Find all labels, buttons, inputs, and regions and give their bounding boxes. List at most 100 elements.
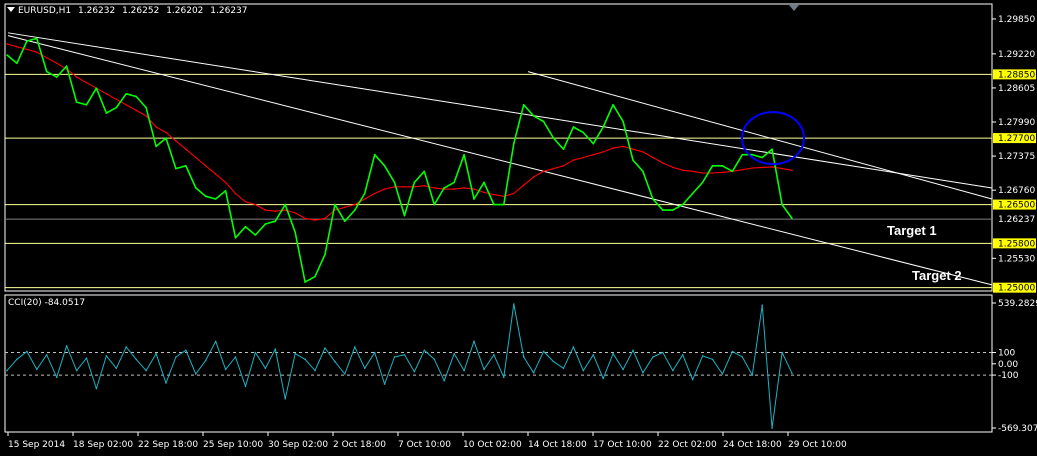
cci-series-point bbox=[522, 356, 525, 358]
cci-series-point bbox=[344, 373, 346, 375]
cci-series-point bbox=[334, 360, 336, 363]
level-lines: 1.28850 1.27700 1.26500 1.25800 1.25000 1.262… bbox=[5, 69, 1036, 294]
ma-series-point bbox=[672, 166, 674, 169]
price-series-point bbox=[65, 65, 68, 67]
ma-series-point bbox=[324, 217, 326, 220]
cci-series-point bbox=[612, 352, 614, 355]
cci-series-point bbox=[274, 348, 277, 350]
ma-series-point bbox=[284, 209, 287, 211]
cci-series-point bbox=[264, 367, 267, 370]
ma-series-point bbox=[383, 188, 386, 190]
cci-series-point bbox=[552, 360, 555, 363]
ma-series-point bbox=[632, 148, 634, 150]
cci-series-point bbox=[234, 356, 237, 358]
price-series-point bbox=[602, 126, 604, 128]
target-1-label: Target 1 bbox=[887, 223, 937, 238]
ma-series-point bbox=[185, 148, 187, 150]
cci-series-point bbox=[483, 368, 485, 371]
cci-series-point bbox=[681, 354, 684, 356]
ma-series-point bbox=[572, 159, 575, 161]
cci-series-point bbox=[125, 346, 127, 348]
chart-shift-marker[interactable] bbox=[789, 5, 799, 11]
ma-series-point bbox=[612, 147, 614, 149]
target-2-label: Target 2 bbox=[912, 268, 962, 283]
price-series-point bbox=[145, 106, 147, 109]
ma-series-point bbox=[701, 172, 704, 174]
price-series-point bbox=[363, 192, 366, 195]
trendline bbox=[7, 32, 993, 189]
ma-series-point bbox=[244, 201, 247, 203]
level-label: 1.25800 bbox=[998, 239, 1035, 249]
price-series-point bbox=[185, 165, 187, 167]
price-series-point bbox=[642, 170, 644, 173]
ma-series-point bbox=[204, 165, 207, 167]
time-tick-label: 25 Sep 10:00 bbox=[203, 440, 263, 450]
cci-series-point bbox=[75, 369, 78, 372]
price-series-point bbox=[175, 167, 177, 170]
price-series-point bbox=[135, 95, 137, 98]
time-tick-label: 30 Sep 02:00 bbox=[268, 440, 328, 450]
price-tick-label: 1.29220 bbox=[998, 50, 1035, 60]
current-price-label: 1.26237 bbox=[998, 215, 1035, 225]
cci-series-point bbox=[195, 373, 197, 375]
cci-series-point bbox=[115, 367, 118, 370]
cci-series-point bbox=[513, 303, 515, 305]
cci-series-point bbox=[254, 351, 257, 354]
price-series-point bbox=[622, 120, 624, 123]
price-series-point bbox=[493, 203, 495, 206]
ma-series-point bbox=[264, 209, 267, 211]
cci-series-point bbox=[423, 349, 426, 352]
price-series-point bbox=[532, 115, 535, 117]
cci-series-point bbox=[642, 372, 644, 374]
cci-series-point bbox=[383, 383, 386, 385]
ma-series-point bbox=[254, 203, 257, 206]
price-series-point bbox=[254, 234, 257, 236]
price-series-point bbox=[751, 153, 754, 156]
time-tick-label: 15 Sep 2014 bbox=[8, 440, 65, 450]
price-series-point bbox=[234, 237, 237, 239]
price-series-point bbox=[582, 131, 585, 134]
cci-plot-border bbox=[4, 294, 993, 433]
cci-series bbox=[6, 303, 793, 429]
price-tick-label: 1.25530 bbox=[998, 254, 1035, 264]
price-series-point bbox=[632, 159, 634, 161]
cci-series-point bbox=[294, 352, 297, 355]
ma-series-point bbox=[125, 104, 127, 106]
chart: 1.29850 1.29220 1.28605 1.27990 1.27375 1.267… bbox=[4, 3, 1037, 450]
price-series-point bbox=[662, 209, 664, 211]
ma-series-point bbox=[55, 62, 58, 65]
price-series-point bbox=[791, 217, 793, 220]
high-value: 1.26252 bbox=[122, 6, 160, 16]
cci-series-point bbox=[562, 367, 565, 370]
ma-series-point bbox=[622, 145, 624, 148]
cci-series-point bbox=[463, 369, 465, 372]
dropdown-icon[interactable] bbox=[7, 7, 15, 12]
price-series-point bbox=[781, 203, 783, 206]
ma-series-point bbox=[135, 109, 137, 112]
price-series-point bbox=[36, 37, 38, 40]
cci-series-point bbox=[204, 359, 207, 362]
cci-header: CCI(20) -84.0517 bbox=[8, 298, 85, 308]
ma-series bbox=[6, 43, 793, 221]
ma-series-point bbox=[662, 162, 664, 164]
ma-series-point bbox=[165, 131, 167, 134]
price-series-point bbox=[503, 203, 505, 206]
main-panel-frame bbox=[4, 3, 993, 292]
open-value: 1.26232 bbox=[78, 6, 116, 16]
cci-series-point bbox=[453, 352, 456, 355]
ma-series-point bbox=[741, 168, 744, 171]
time-tick-label: 2 Oct 18:00 bbox=[333, 440, 386, 450]
price-series-point bbox=[105, 112, 108, 114]
main-plot-border bbox=[4, 3, 993, 292]
cci-series-point bbox=[105, 355, 108, 357]
ma-series-point bbox=[115, 98, 118, 101]
ma-series-point bbox=[234, 192, 237, 195]
price-series-point bbox=[26, 40, 28, 42]
price-series-point bbox=[334, 203, 336, 206]
ma-series-point bbox=[493, 193, 495, 196]
cci-series-point bbox=[45, 354, 48, 356]
cci-series-point bbox=[155, 352, 157, 355]
low-value: 1.26202 bbox=[166, 6, 204, 16]
price-series-point bbox=[552, 137, 555, 139]
cci-series-point bbox=[26, 350, 28, 353]
